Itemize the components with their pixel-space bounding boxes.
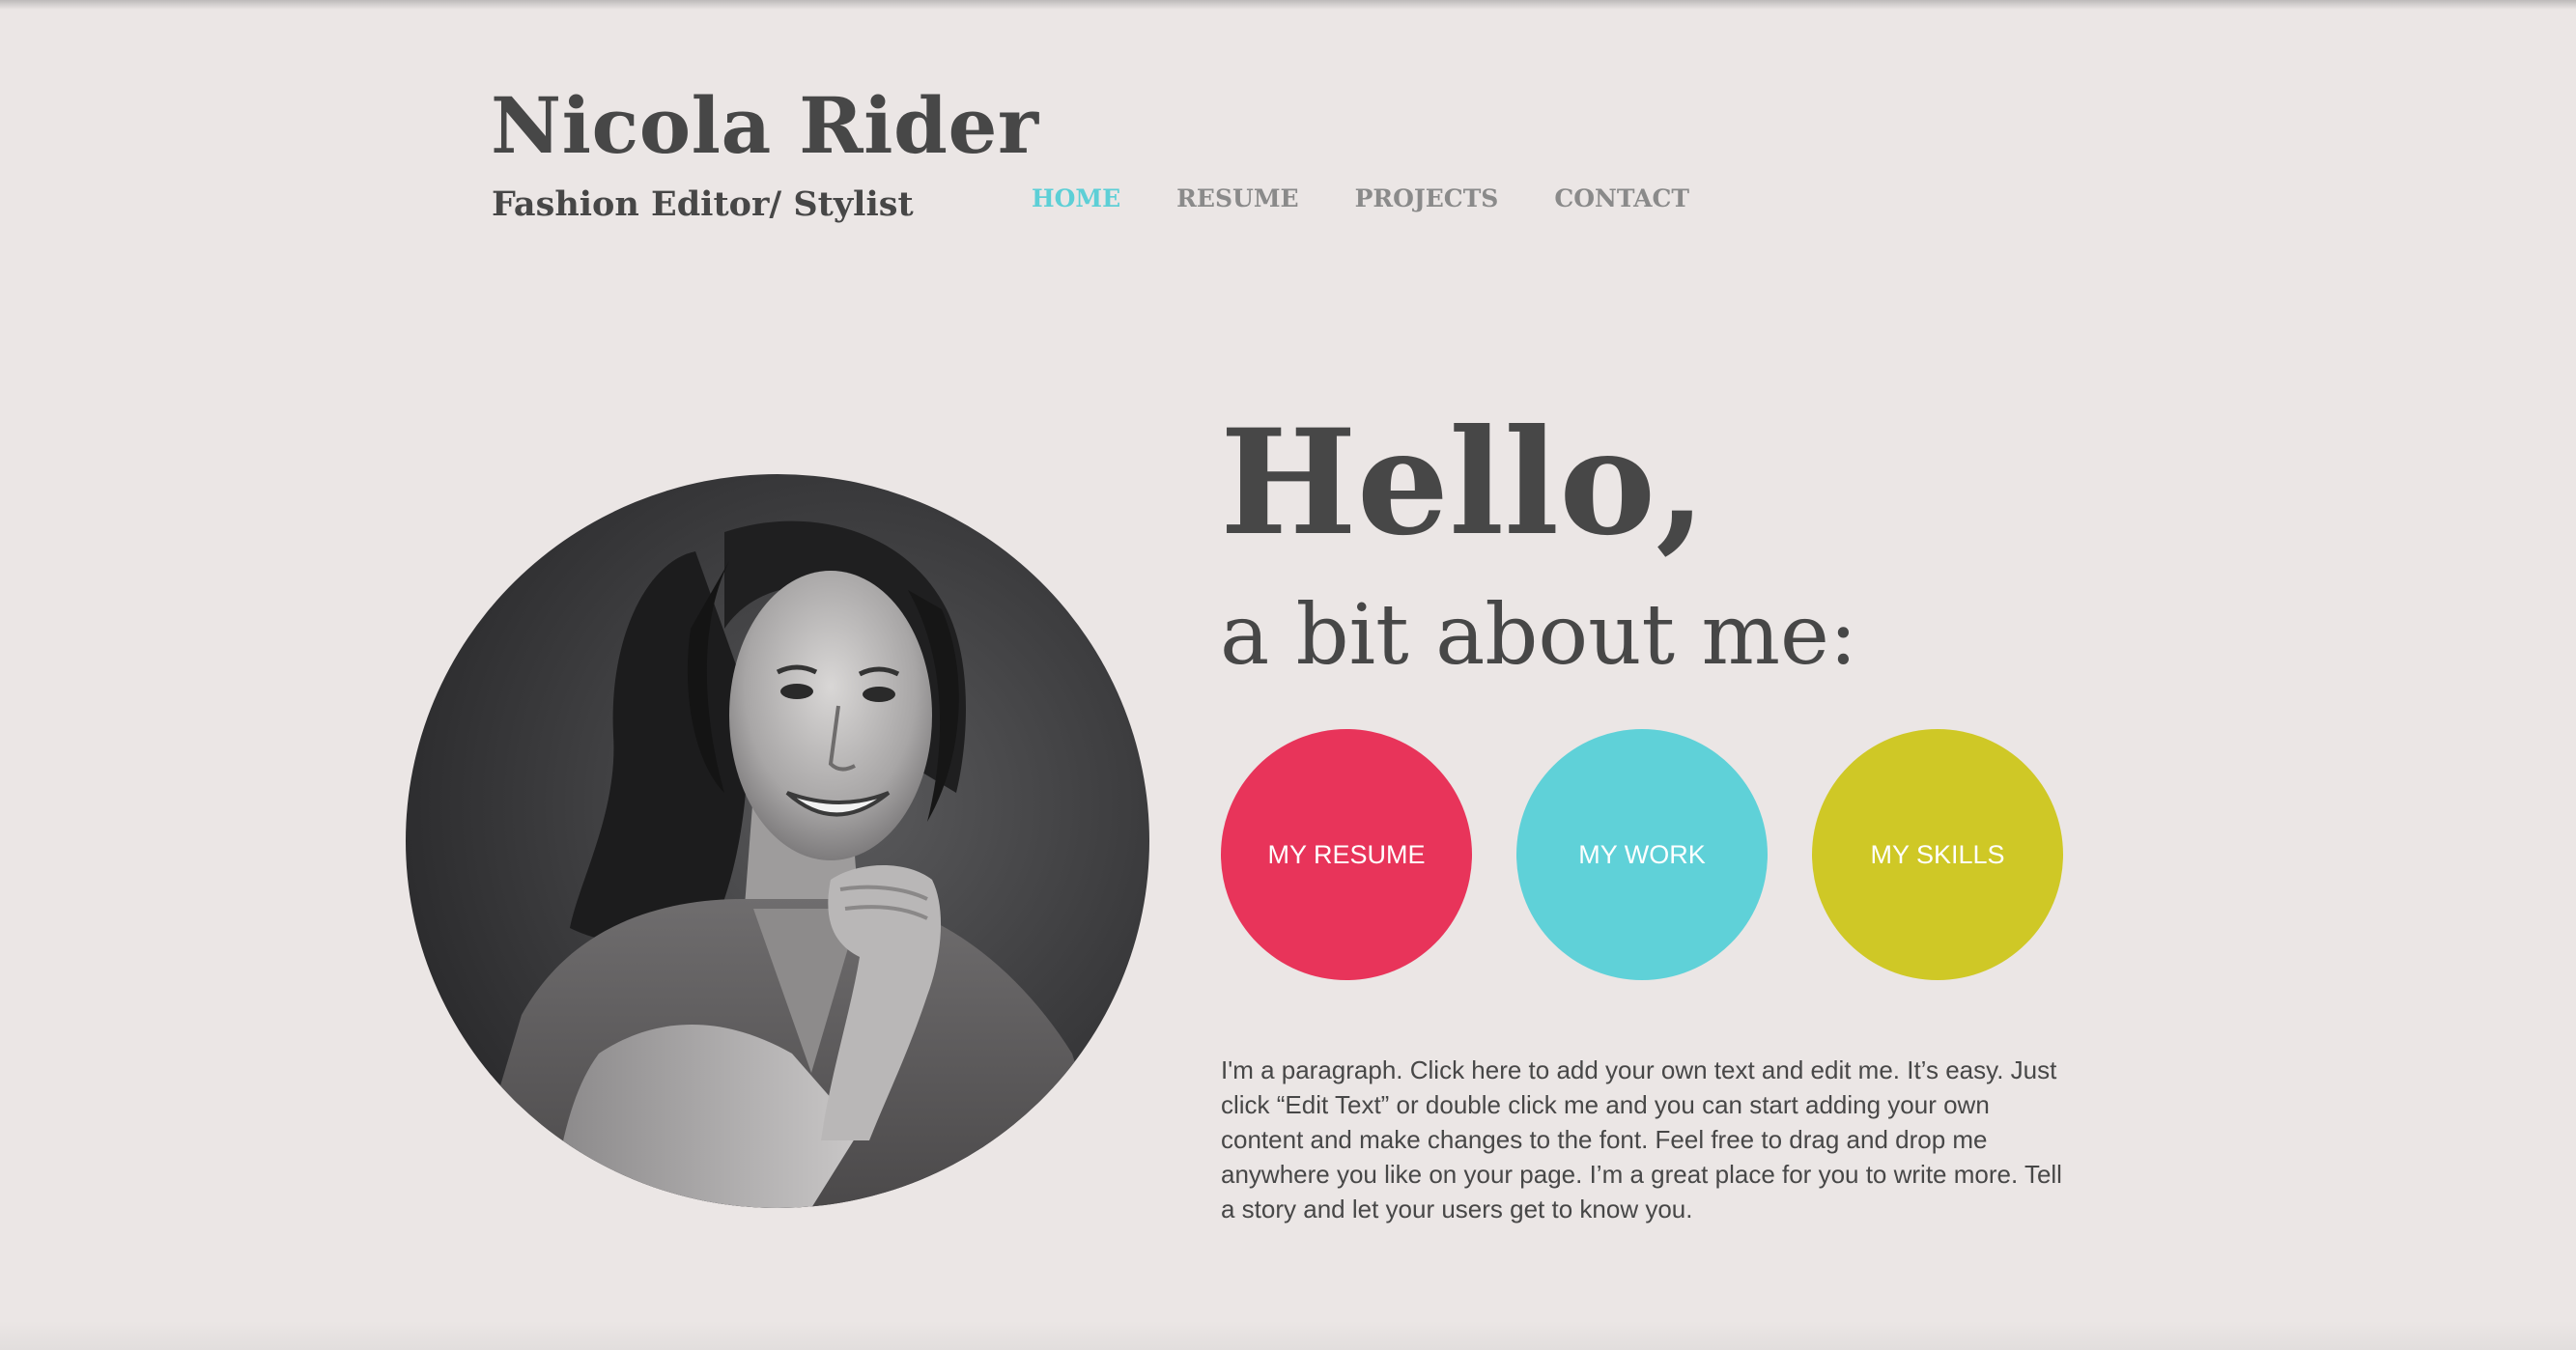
my-skills-button[interactable]: MY SKILLS [1812, 729, 2063, 980]
nav-item-resume[interactable]: RESUME [1176, 180, 1298, 218]
portrait-photo-illustration [406, 474, 1149, 1208]
nav-item-contact[interactable]: CONTACT [1554, 180, 1689, 218]
site-subtitle: Fashion Editor/ Stylist [492, 184, 914, 224]
bottom-shadow [0, 1321, 2576, 1350]
nav-item-home[interactable]: HOME [1032, 180, 1120, 218]
nav-item-projects[interactable]: PROJECTS [1355, 180, 1499, 218]
hero-subheading: a bit about me: [1220, 587, 1857, 684]
about-paragraph: I'm a paragraph. Click here to add your … [1221, 1055, 2062, 1223]
profile-photo [406, 474, 1149, 1208]
my-resume-button[interactable]: MY RESUME [1221, 729, 1472, 980]
site-title[interactable]: Nicola Rider [491, 77, 1039, 174]
main-nav: HOME RESUME PROJECTS CONTACT [1032, 180, 1745, 218]
my-work-button[interactable]: MY WORK [1516, 729, 1768, 980]
top-shadow [0, 0, 2576, 10]
hero-greeting: Hello, [1220, 398, 1707, 568]
